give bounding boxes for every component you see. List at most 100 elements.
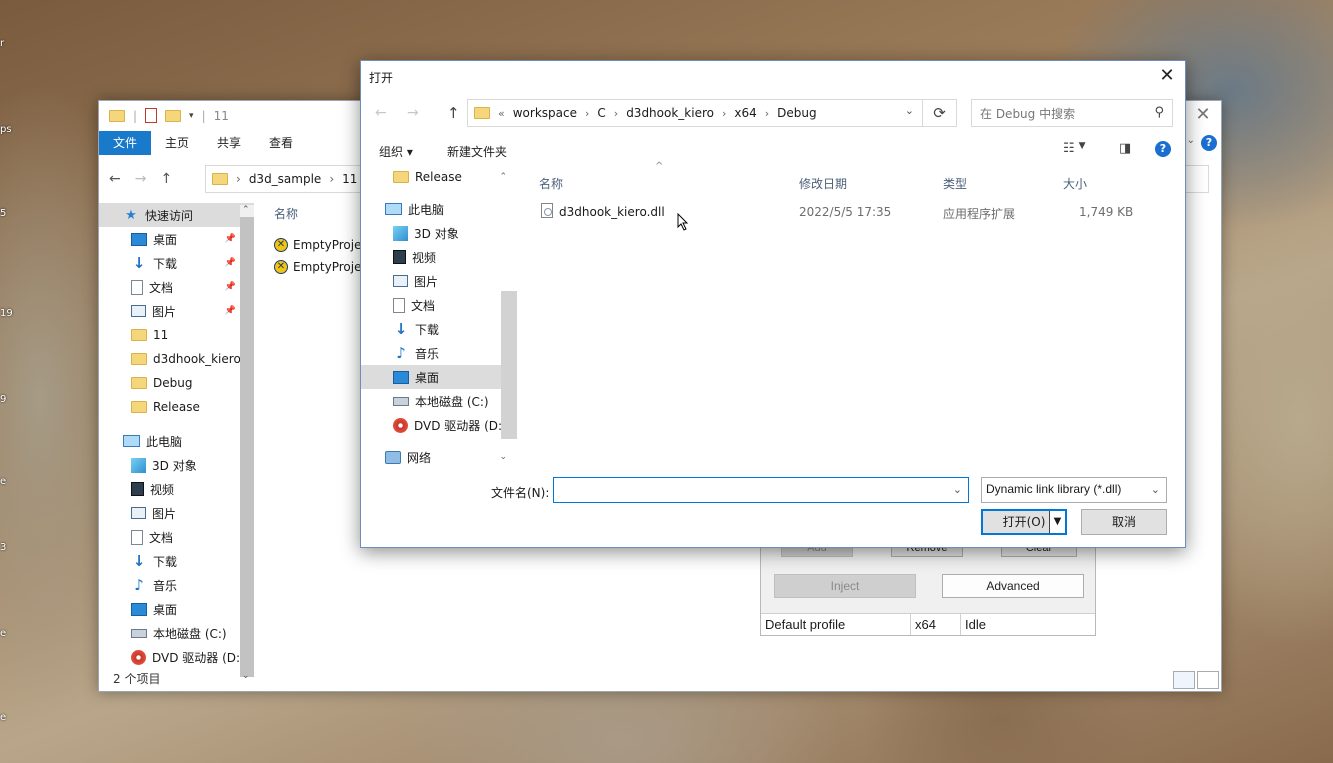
file-row[interactable]: ✕ EmptyProje (274, 234, 361, 256)
sidebar-item[interactable]: ↓ 下载 📌 (99, 251, 254, 275)
tree-item[interactable]: 本地磁盘 (C:) (361, 389, 517, 413)
desktop-icon-label[interactable]: 5 (0, 208, 6, 219)
inject-button[interactable]: Inject (774, 574, 916, 598)
back-arrow-icon[interactable]: ← (375, 105, 387, 121)
ribbon-tab[interactable]: 共享 (203, 131, 255, 155)
sidebar-item[interactable]: 桌面 (99, 597, 254, 621)
column-header-type[interactable]: 类型 (943, 175, 967, 192)
chevron-down-icon[interactable]: ⌄ (953, 483, 962, 496)
tree-item[interactable]: 网络 ⌄ (361, 445, 517, 469)
desktop-icon-label[interactable]: e (0, 712, 6, 723)
help-icon[interactable]: ? (1201, 135, 1217, 151)
sidebar-item[interactable]: 图片 📌 (99, 299, 254, 323)
up-arrow-icon[interactable]: ↑ (447, 104, 460, 122)
sidebar-item[interactable]: 此电脑 (99, 429, 254, 453)
overflow-chevron-icon[interactable]: « (498, 107, 505, 120)
sidebar-item[interactable]: 桌面 📌 (99, 227, 254, 251)
details-view-icon[interactable] (1173, 671, 1195, 689)
file-name[interactable]: d3dhook_kiero.dll (559, 205, 665, 219)
sidebar-item[interactable]: 文档 📌 (99, 275, 254, 299)
open-split-arrow-icon[interactable]: ▼ (1049, 511, 1065, 533)
scrollbar-thumb[interactable] (240, 217, 254, 677)
sidebar-item[interactable]: ↓ 下载 (99, 549, 254, 573)
help-icon[interactable]: ? (1155, 141, 1171, 157)
cancel-button[interactable]: 取消 (1081, 509, 1167, 535)
chevron-up-icon[interactable]: ⌃ (499, 172, 507, 182)
scroll-down-icon[interactable]: ⌄ (242, 671, 250, 681)
file-type-select[interactable]: Dynamic link library (*.dll) ⌄ (981, 477, 1167, 503)
chevron-down-icon[interactable]: ⌄ (905, 104, 914, 117)
column-header-date[interactable]: 修改日期 (799, 175, 847, 192)
desktop-icon-label[interactable]: 9 (0, 394, 6, 405)
desktop-icon-label[interactable]: 3 (0, 542, 6, 553)
ribbon-tab[interactable]: 文件 (99, 131, 152, 155)
sidebar-item[interactable]: 3D 对象 (99, 453, 254, 477)
tree-item[interactable]: 此电脑 (361, 197, 517, 221)
breadcrumb-item[interactable]: d3d_sample (249, 172, 322, 186)
organize-button[interactable]: 组织 ▾ (379, 143, 413, 160)
view-menu-icon[interactable]: ☷ (1063, 141, 1075, 156)
address-bar[interactable]: « workspace › C › d3dhook_kiero › x64 › Debug ⌄ (467, 99, 923, 127)
up-arrow-icon[interactable]: ↑ (160, 171, 172, 187)
desktop-icon-label[interactable]: e (0, 476, 6, 487)
scroll-up-icon[interactable]: ⌃ (242, 205, 250, 215)
sidebar-item[interactable]: DVD 驱动器 (D: (99, 645, 254, 669)
forward-arrow-icon[interactable]: → (135, 171, 147, 187)
desktop-icon-label[interactable]: 19 (0, 308, 13, 319)
breadcrumb-item[interactable]: C (597, 106, 605, 120)
sidebar-item[interactable]: ♪ 音乐 (99, 573, 254, 597)
desktop-icon-label[interactable]: r (0, 38, 4, 49)
advanced-button[interactable]: Advanced (942, 574, 1084, 598)
chevron-down-icon[interactable]: ⌄ (499, 452, 507, 462)
open-button[interactable]: 打开(O) ▼ (981, 509, 1067, 535)
close-icon[interactable]: ✕ (1195, 106, 1211, 124)
tree-item[interactable]: DVD 驱动器 (D: (361, 413, 517, 437)
tree-item[interactable]: 3D 对象 (361, 221, 517, 245)
new-folder-icon[interactable] (165, 109, 182, 122)
sidebar-item[interactable]: d3dhook_kiero (99, 347, 254, 371)
file-row[interactable]: d3dhook_kiero.dll 2022/5/5 17:35 应用程序扩展 … (537, 201, 1177, 223)
column-header-name[interactable]: 名称 (539, 175, 563, 192)
tree-item[interactable]: 文档 (361, 293, 517, 317)
sidebar-item[interactable]: ★ 快速访问 (99, 203, 254, 227)
chevron-down-icon[interactable]: ▼ (1079, 141, 1086, 156)
desktop-icon-label[interactable]: ps (0, 124, 12, 135)
chevron-down-icon[interactable]: ⌄ (1187, 135, 1195, 146)
breadcrumb-item[interactable]: workspace (513, 106, 577, 120)
file-row[interactable]: ✕ EmptyProje (274, 256, 361, 278)
ribbon-tab[interactable]: 查看 (255, 131, 307, 155)
forward-arrow-icon[interactable]: → (407, 105, 419, 121)
new-folder-button[interactable]: 新建文件夹 (447, 143, 507, 160)
sidebar-item[interactable]: 图片 (99, 501, 254, 525)
desktop-icon-label[interactable]: e (0, 628, 6, 639)
sidebar-item[interactable]: 11 (99, 323, 254, 347)
search-box[interactable] (1183, 165, 1209, 193)
breadcrumb-item[interactable]: d3dhook_kiero (626, 106, 714, 120)
column-header-name[interactable]: 名称 (274, 205, 361, 222)
tree-item[interactable]: Release ⌃ (361, 165, 517, 189)
ribbon-tab[interactable]: 主页 (151, 131, 203, 155)
sidebar-item[interactable]: Debug (99, 371, 254, 395)
tree-item[interactable]: 图片 (361, 269, 517, 293)
navigation-scrollbar[interactable]: ⌃ ⌄ (240, 205, 254, 681)
close-icon[interactable]: ✕ (1155, 65, 1179, 89)
sidebar-item[interactable]: 文档 (99, 525, 254, 549)
search-box[interactable]: 在 Debug 中搜索 ⚲ (971, 99, 1173, 127)
filename-input[interactable]: ⌄ (553, 477, 969, 503)
tree-item[interactable]: 桌面 (361, 365, 517, 389)
navigation-scrollbar-thumb[interactable] (501, 291, 517, 439)
breadcrumb-item[interactable]: Debug (777, 106, 816, 120)
tree-item[interactable]: ♪ 音乐 (361, 341, 517, 365)
preview-pane-icon[interactable]: ◨ (1119, 141, 1131, 156)
tree-item[interactable]: ↓ 下载 (361, 317, 517, 341)
tree-item[interactable]: 视频 (361, 245, 517, 269)
back-arrow-icon[interactable]: ← (109, 171, 121, 187)
sidebar-item[interactable]: 本地磁盘 (C:) (99, 621, 254, 645)
large-icons-view-icon[interactable] (1197, 671, 1219, 689)
breadcrumb-item[interactable]: x64 (734, 106, 756, 120)
properties-icon[interactable] (145, 108, 158, 123)
column-header-size[interactable]: 大小 (1063, 175, 1087, 192)
breadcrumb-item[interactable]: 11 (342, 172, 357, 186)
customize-toolbar-icon[interactable]: ▾ (189, 111, 194, 121)
refresh-button[interactable]: ⟳ (923, 99, 957, 127)
